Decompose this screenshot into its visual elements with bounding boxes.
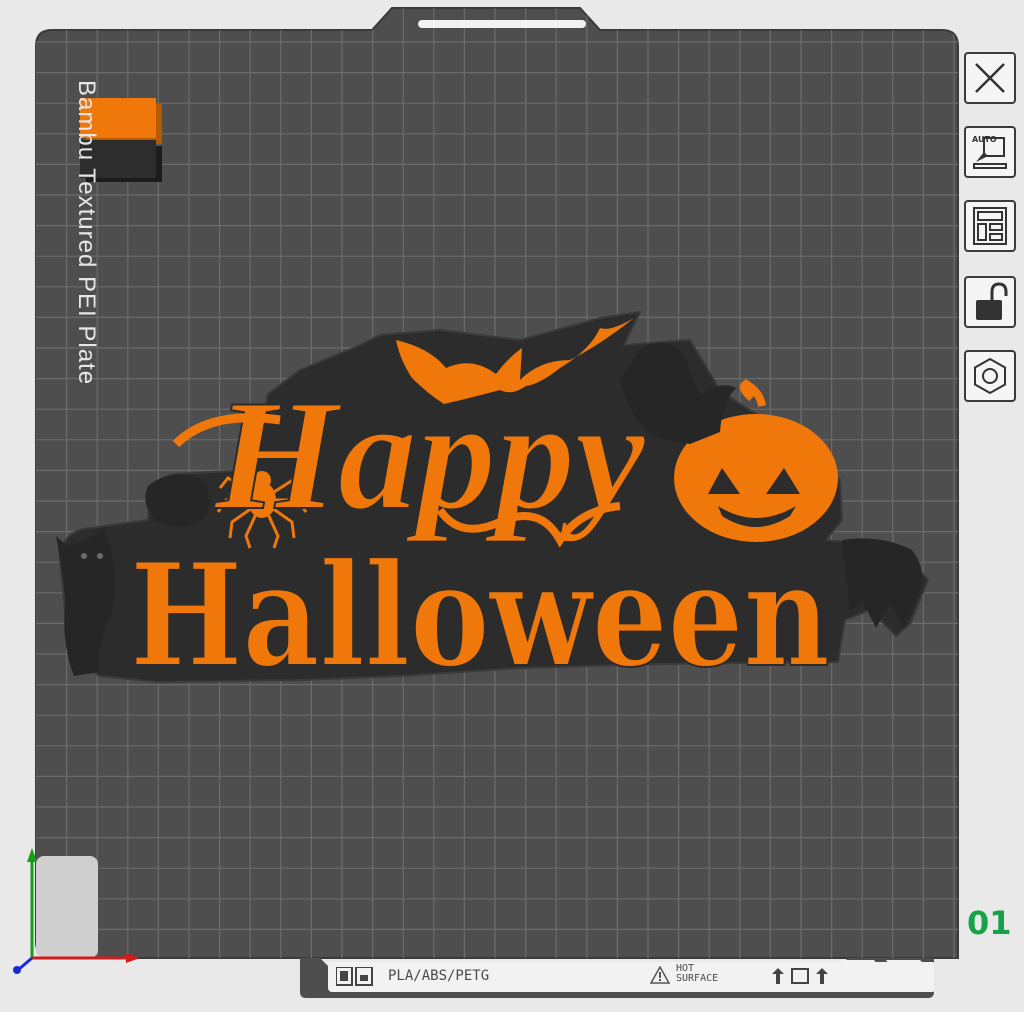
lock-plate-button[interactable] <box>964 276 1016 328</box>
plate-bottom-bar: PLA/ABS/PETG HOT SURFACE <box>300 958 934 998</box>
auto-orient-icon: AUTO <box>972 135 1007 169</box>
materials-label: PLA/ABS/PETG <box>388 968 490 984</box>
origin-block <box>36 856 98 958</box>
arrange-button[interactable] <box>964 200 1016 252</box>
unlock-icon <box>976 282 1008 320</box>
hex-settings-icon <box>974 357 1006 395</box>
close-plate-button[interactable] <box>964 52 1016 104</box>
arrange-icon <box>973 207 1007 245</box>
plate-settings-button[interactable] <box>964 350 1016 402</box>
plate-number: 01 <box>967 904 1012 942</box>
plate-type-label: Bambu Textured PEI Plate <box>73 80 100 386</box>
alignment-arrows-icon <box>772 968 828 984</box>
surface-label: SURFACE <box>676 973 719 984</box>
bambu-logo-icon <box>336 967 373 986</box>
build-plate-view: Happy Halloween Bambu Textured PEI Plate <box>0 0 1024 1008</box>
warning-icon <box>650 966 670 984</box>
hot-surface-warning: HOT SURFACE <box>676 964 718 984</box>
plate-handle <box>418 20 586 28</box>
close-icon <box>975 63 1005 93</box>
build-plate: Happy Halloween <box>13 7 959 974</box>
sign-text-halloween: Halloween <box>130 533 830 699</box>
auto-orient-button[interactable]: AUTO <box>964 126 1016 178</box>
owl-icon <box>145 474 211 527</box>
